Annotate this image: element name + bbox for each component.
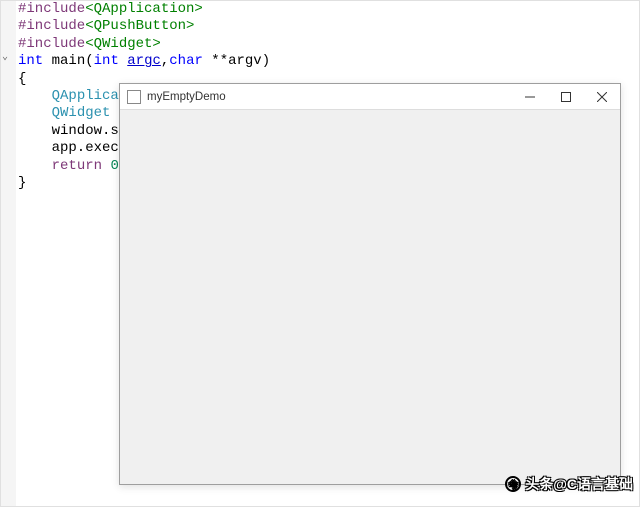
maximize-icon (561, 92, 571, 102)
brace-open: { (18, 71, 26, 87)
preproc-include: #include (18, 1, 85, 17)
header-qapplication: <QApplication> (85, 1, 203, 17)
code-line: app.exec( (18, 140, 127, 156)
func-main: main( (43, 53, 93, 69)
class-qapplication: QApplicat (52, 88, 128, 104)
window-title: myEmptyDemo (147, 91, 512, 103)
preproc-include: #include (18, 18, 85, 34)
indent (18, 158, 52, 174)
class-qwidget: QWidget (52, 105, 111, 121)
application-window[interactable]: myEmptyDemo (119, 83, 621, 485)
fold-marker-icon[interactable]: ⌄ (2, 51, 8, 63)
window-icon (127, 90, 141, 104)
minimize-button[interactable] (512, 84, 548, 110)
watermark-text: 头条@C语言基础 (525, 474, 633, 494)
keyword-int: int (18, 53, 43, 69)
keyword-char: char (169, 53, 203, 69)
window-titlebar[interactable]: myEmptyDemo (120, 84, 620, 110)
editor-gutter (1, 1, 16, 506)
watermark-logo-icon: 今 (505, 476, 521, 492)
watermark: 今 头条@C语言基础 (505, 474, 633, 494)
maximize-button[interactable] (548, 84, 584, 110)
header-qwidget: <QWidget> (85, 36, 161, 52)
param-argv: **argv) (203, 53, 270, 69)
code-line: window.sh (18, 123, 127, 139)
window-client-area (120, 110, 620, 484)
keyword-int: int (94, 53, 119, 69)
brace-close: } (18, 175, 26, 191)
close-icon (597, 92, 607, 102)
close-button[interactable] (584, 84, 620, 110)
param-argc: argc (127, 53, 161, 69)
literal-zero: 0 (110, 158, 118, 174)
keyword-return: return (52, 158, 102, 174)
minimize-icon (525, 92, 535, 102)
indent (18, 88, 52, 104)
header-qpushbutton: <QPushButton> (85, 18, 194, 34)
preproc-include: #include (18, 36, 85, 52)
indent (18, 105, 52, 121)
